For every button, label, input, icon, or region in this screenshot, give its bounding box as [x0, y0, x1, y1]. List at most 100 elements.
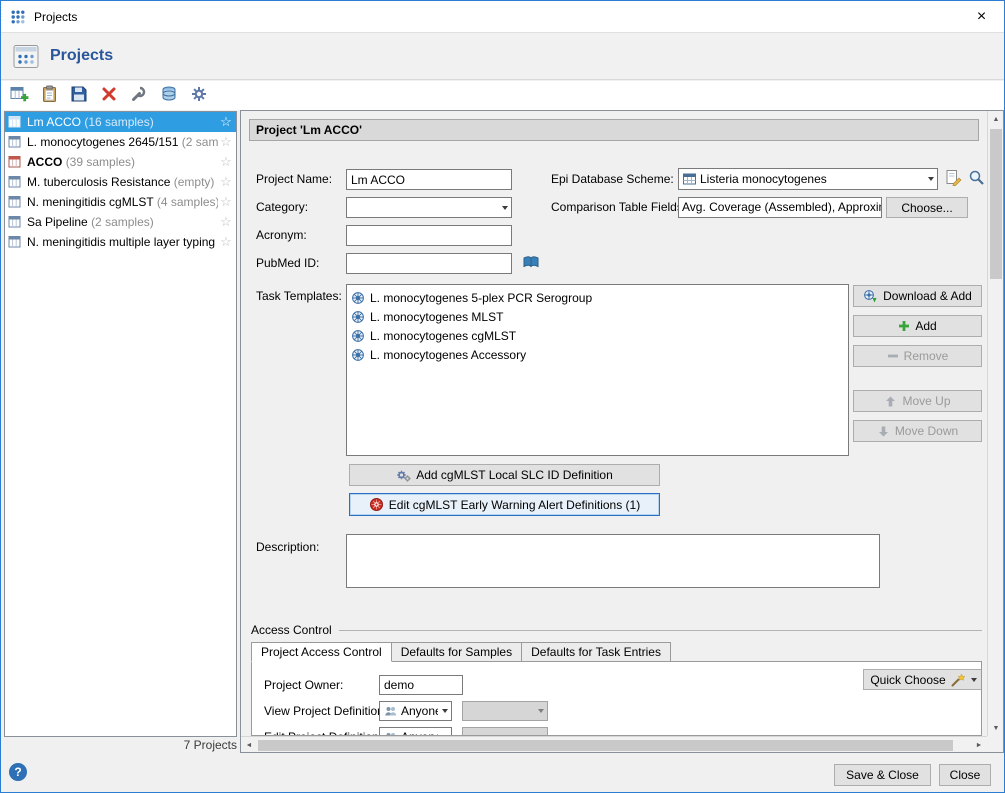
move-up-button[interactable]: Move Up — [853, 390, 982, 412]
project-icon — [8, 155, 23, 169]
scroll-left-button[interactable]: ◄ — [241, 737, 257, 753]
star-icon[interactable]: ☆ — [218, 214, 234, 230]
horizontal-scrollbar[interactable]: ◄ ► — [241, 736, 987, 752]
add-slc-definition-button[interactable]: Add cgMLST Local SLC ID Definition — [349, 464, 660, 486]
clipboard-icon — [40, 85, 59, 107]
chevron-down-icon — [538, 709, 544, 713]
star-icon[interactable]: ☆ — [218, 134, 234, 150]
detail-region: Project 'Lm ACCO' Project Name: Category… — [240, 110, 1004, 753]
choose-fields-button[interactable]: Choose... — [886, 197, 968, 218]
star-icon[interactable]: ☆ — [218, 174, 234, 190]
project-icon — [8, 235, 23, 249]
view-definition-value: Anyone — [401, 704, 438, 718]
paste-button[interactable] — [38, 85, 60, 107]
view-definition-select[interactable]: Anyone — [379, 701, 452, 721]
project-list-item[interactable]: N. meningitidis cgMLST (4 samples) ☆ — [5, 192, 236, 212]
acronym-input[interactable] — [346, 225, 512, 246]
project-count: (empty) — [174, 175, 215, 189]
detail-panel: Project 'Lm ACCO' Project Name: Category… — [241, 111, 987, 736]
scroll-right-button[interactable]: ► — [971, 737, 987, 753]
star-icon[interactable]: ☆ — [218, 154, 234, 170]
project-count: (2 samples) — [91, 215, 154, 229]
edit-scheme-icon[interactable] — [945, 169, 962, 186]
project-icon — [8, 215, 23, 229]
edit-project-definition-label: Edit Project Definition: — [264, 727, 382, 736]
quick-choose-button[interactable]: Quick Choose — [863, 669, 982, 690]
edit-definition-user-select[interactable] — [462, 727, 548, 736]
arrow-up-icon — [884, 395, 897, 408]
gears-icon — [396, 468, 411, 483]
category-select[interactable] — [346, 197, 512, 218]
app-icon — [10, 9, 26, 25]
task-wheel-icon — [351, 348, 365, 362]
save-and-close-button[interactable]: Save & Close — [834, 764, 931, 786]
scroll-up-button[interactable]: ▲ — [988, 111, 1004, 127]
people-icon — [384, 731, 397, 736]
project-list-item[interactable]: Lm ACCO (16 samples) ☆ — [5, 112, 236, 132]
star-icon[interactable]: ☆ — [218, 194, 234, 210]
download-wheel-icon — [863, 289, 878, 304]
chevron-down-icon — [538, 735, 544, 736]
project-count: (39 samples) — [66, 155, 135, 169]
wand-icon — [951, 673, 966, 687]
edit-definition-select[interactable]: Anyone — [379, 727, 452, 736]
project-list-item[interactable]: M. tuberculosis Resistance (empty) ☆ — [5, 172, 236, 192]
tab-defaults-for-task-entries[interactable]: Defaults for Task Entries — [521, 642, 671, 662]
task-template-item[interactable]: L. monocytogenes 5-plex PCR Serogroup — [347, 288, 848, 307]
new-project-button[interactable] — [8, 85, 30, 107]
epi-scheme-select[interactable]: Listeria monocytogenes — [678, 168, 938, 190]
add-template-button[interactable]: Add — [853, 315, 982, 337]
star-icon[interactable]: ☆ — [218, 234, 234, 250]
project-list-item[interactable]: L. monocytogenes 2645/151 (2 samples) ☆ — [5, 132, 236, 152]
gear-icon — [190, 85, 208, 106]
task-template-item[interactable]: L. monocytogenes cgMLST — [347, 326, 848, 345]
database-button[interactable] — [158, 85, 180, 107]
detail-panel-title: Project 'Lm ACCO' — [249, 119, 979, 141]
edit-alert-definitions-button[interactable]: Edit cgMLST Early Warning Alert Definiti… — [349, 493, 660, 516]
tab-defaults-for-samples[interactable]: Defaults for Samples — [391, 642, 522, 662]
epi-scheme-label: Epi Database Scheme: — [551, 169, 674, 190]
section-divider — [339, 630, 982, 631]
view-definition-user-select[interactable] — [462, 701, 548, 721]
category-label: Category: — [256, 197, 308, 218]
delete-button[interactable] — [98, 85, 120, 107]
task-templates-label: Task Templates: — [256, 286, 342, 307]
pubmed-input[interactable] — [346, 253, 512, 274]
save-button[interactable] — [68, 85, 90, 107]
view-project-definition-label: View Project Definition: — [264, 701, 387, 721]
remove-template-button[interactable]: Remove — [853, 345, 982, 367]
project-list-item[interactable]: N. meningitidis multiple layer typing (4… — [5, 232, 236, 252]
project-name: M. tuberculosis Resistance — [27, 175, 170, 189]
description-textarea[interactable] — [346, 534, 880, 588]
project-count: (16 samples) — [84, 115, 153, 129]
move-down-button[interactable]: Move Down — [853, 420, 982, 442]
scroll-down-button[interactable]: ▼ — [988, 720, 1004, 736]
people-icon — [384, 705, 397, 717]
project-owner-input[interactable] — [379, 675, 463, 695]
vertical-scrollbar[interactable]: ▲ ▼ — [987, 111, 1003, 736]
close-window-button[interactable]: × — [959, 1, 1004, 32]
preview-scheme-icon[interactable] — [968, 169, 985, 186]
chevron-down-icon — [971, 678, 977, 682]
tab-project-access-control[interactable]: Project Access Control — [251, 642, 392, 662]
star-icon[interactable]: ☆ — [218, 114, 234, 130]
project-count: (4 samples) — [157, 195, 218, 209]
page-header: Projects — [1, 32, 1004, 80]
project-name: ACCO — [27, 155, 62, 169]
task-template-item[interactable]: L. monocytogenes MLST — [347, 307, 848, 326]
vertical-scroll-thumb[interactable] — [990, 129, 1002, 279]
project-list-item[interactable]: ACCO (39 samples) ☆ — [5, 152, 236, 172]
close-button[interactable]: Close — [939, 764, 991, 786]
project-list-item[interactable]: Sa Pipeline (2 samples) ☆ — [5, 212, 236, 232]
settings-button[interactable] — [188, 85, 210, 107]
access-control-caption: Access Control — [251, 623, 332, 637]
task-templates-list[interactable]: L. monocytogenes 5-plex PCR Serogroup L.… — [346, 284, 849, 456]
save-icon — [70, 85, 88, 106]
horizontal-scroll-thumb[interactable] — [258, 740, 953, 751]
task-template-item[interactable]: L. monocytogenes Accessory — [347, 345, 848, 364]
download-add-button[interactable]: Download & Add — [853, 285, 982, 307]
tools-button[interactable] — [128, 85, 150, 107]
help-icon[interactable]: ? — [9, 763, 27, 781]
pubmed-icon[interactable] — [522, 253, 540, 271]
project-name-input[interactable] — [346, 169, 512, 190]
